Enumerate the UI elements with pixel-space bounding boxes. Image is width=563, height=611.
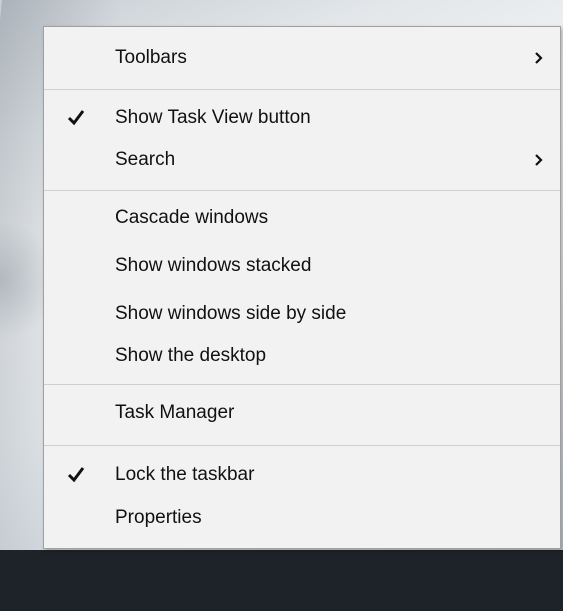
- menu-item-search[interactable]: Search: [44, 143, 560, 177]
- menu-item-label: Properties: [115, 507, 202, 528]
- menu-item-label: Show windows side by side: [115, 303, 347, 324]
- menu-item-label: Task Manager: [115, 402, 235, 423]
- taskbar-context-menu: Toolbars Show Task View button Search Ca…: [43, 26, 561, 549]
- menu-item-toolbars[interactable]: Toolbars: [44, 41, 560, 75]
- menu-item-show-windows-side-by-side[interactable]: Show windows side by side: [44, 297, 560, 331]
- menu-item-show-the-desktop[interactable]: Show the desktop: [44, 339, 560, 373]
- menu-item-lock-the-taskbar[interactable]: Lock the taskbar: [44, 458, 560, 492]
- menu-item-show-task-view-button[interactable]: Show Task View button: [44, 101, 560, 135]
- chevron-right-icon: [535, 52, 543, 64]
- checkmark-icon: [67, 110, 85, 126]
- menu-item-label: Show the desktop: [115, 345, 267, 366]
- menu-item-label: Show windows stacked: [115, 255, 312, 276]
- taskbar[interactable]: [0, 550, 563, 611]
- menu-separator: [44, 89, 560, 90]
- menu-item-task-manager[interactable]: Task Manager: [44, 396, 560, 430]
- chevron-right-icon: [535, 154, 543, 166]
- menu-item-label: Lock the taskbar: [115, 464, 255, 485]
- menu-separator: [44, 445, 560, 446]
- menu-item-show-windows-stacked[interactable]: Show windows stacked: [44, 249, 560, 283]
- menu-item-cascade-windows[interactable]: Cascade windows: [44, 201, 560, 235]
- checkmark-icon: [67, 467, 85, 483]
- menu-item-label: Toolbars: [115, 47, 187, 68]
- menu-separator: [44, 384, 560, 385]
- menu-item-label: Show Task View button: [115, 107, 311, 128]
- menu-item-label: Cascade windows: [115, 207, 269, 228]
- menu-item-properties[interactable]: Properties: [44, 501, 560, 535]
- menu-item-label: Search: [115, 149, 176, 170]
- menu-separator: [44, 190, 560, 191]
